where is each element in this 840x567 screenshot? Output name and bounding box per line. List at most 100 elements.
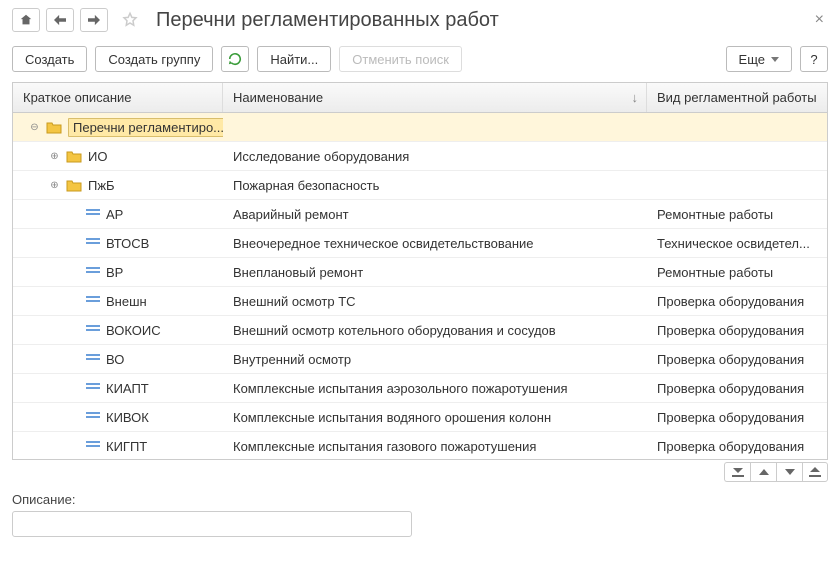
- list-item-icon: [86, 267, 100, 277]
- page-last-icon: [809, 467, 821, 477]
- row-short: КИГПТ: [106, 439, 147, 454]
- row-name: Аварийный ремонт: [223, 200, 647, 228]
- list-item-icon: [86, 412, 100, 422]
- row-short: Внешн: [106, 294, 147, 309]
- grid-body: ⊖ Перечни регламентиро... ⊕ ИО Исследование …: [13, 113, 827, 459]
- row-type: Техническое освидетел...: [647, 229, 827, 257]
- page-first-icon: [732, 467, 744, 477]
- row-type: Ремонтные работы: [647, 200, 827, 228]
- row-short: Перечни регламентиро...: [68, 118, 223, 137]
- row-name: Внутренний осмотр: [223, 345, 647, 373]
- row-type: Проверка оборудования: [647, 316, 827, 344]
- row-name: Пожарная безопасность: [223, 171, 647, 199]
- expand-icon[interactable]: ⊕: [49, 180, 60, 191]
- help-button[interactable]: ?: [800, 46, 828, 72]
- row-name: [223, 113, 647, 141]
- row-type: Ремонтные работы: [647, 258, 827, 286]
- folder-icon: [66, 149, 82, 163]
- column-header-type[interactable]: Вид регламентной работы: [647, 83, 827, 112]
- row-name: Комплексные испытания водяного орошения …: [223, 403, 647, 431]
- row-short: КИВОК: [106, 410, 149, 425]
- row-short: КИАПТ: [106, 381, 149, 396]
- description-label: Описание:: [12, 492, 828, 507]
- row-short: ВТОСВ: [106, 236, 149, 251]
- home-icon: [19, 13, 33, 27]
- column-header-short[interactable]: Краткое описание: [13, 83, 223, 112]
- folder-icon: [46, 120, 62, 134]
- column-header-name[interactable]: Наименование ↓: [223, 83, 647, 112]
- row-short: ИО: [88, 149, 107, 164]
- arrow-right-icon: [87, 14, 101, 26]
- row-short: АР: [106, 207, 123, 222]
- row-name: Внешний осмотр котельного оборудования и…: [223, 316, 647, 344]
- row-type: Проверка оборудования: [647, 345, 827, 373]
- list-item-icon: [86, 238, 100, 248]
- row-type: [647, 113, 827, 141]
- chevron-down-icon: [771, 57, 779, 62]
- table-row[interactable]: ВОКОИС Внешний осмотр котельного оборудов…: [13, 316, 827, 345]
- more-button[interactable]: Еще: [726, 46, 792, 72]
- refresh-button[interactable]: [221, 46, 249, 72]
- table-row[interactable]: Внешн Внешний осмотр ТСПроверка оборудова…: [13, 287, 827, 316]
- arrow-left-icon: [53, 14, 67, 26]
- page-up-button[interactable]: [750, 462, 776, 482]
- find-button[interactable]: Найти...: [257, 46, 331, 72]
- table-row[interactable]: ВО Внутренний осмотрПроверка оборудования: [13, 345, 827, 374]
- row-type: Проверка оборудования: [647, 432, 827, 459]
- caret-up-icon: [759, 468, 769, 476]
- titlebar: Перечни регламентированных работ ×: [12, 8, 828, 32]
- caret-down-icon: [785, 468, 795, 476]
- page-down-button[interactable]: [776, 462, 802, 482]
- star-icon: [121, 11, 139, 29]
- page-first-button[interactable]: [724, 462, 750, 482]
- data-grid: Краткое описание Наименование ↓ Вид регл…: [12, 82, 828, 460]
- list-item-icon: [86, 209, 100, 219]
- row-name: Комплексные испытания аэрозольного пожар…: [223, 374, 647, 402]
- sort-down-icon: ↓: [632, 90, 639, 105]
- table-row[interactable]: ⊕ ПжБ Пожарная безопасность: [13, 171, 827, 200]
- table-row[interactable]: ⊕ ИО Исследование оборудования: [13, 142, 827, 171]
- row-short: ПжБ: [88, 178, 115, 193]
- cancel-search-button: Отменить поиск: [339, 46, 462, 72]
- paging-controls: [12, 462, 828, 482]
- table-row[interactable]: ВТОСВ Внеочередное техническое освидетель…: [13, 229, 827, 258]
- table-row[interactable]: КИАПТ Комплексные испытания аэрозольного …: [13, 374, 827, 403]
- table-row[interactable]: АР Аварийный ремонтРемонтные работы: [13, 200, 827, 229]
- expand-icon[interactable]: ⊕: [49, 151, 60, 162]
- home-button[interactable]: [12, 8, 40, 32]
- favorite-star[interactable]: [118, 8, 142, 32]
- row-type: Проверка оборудования: [647, 287, 827, 315]
- list-item-icon: [86, 296, 100, 306]
- table-row[interactable]: КИВОК Комплексные испытания водяного орош…: [13, 403, 827, 432]
- list-item-icon: [86, 354, 100, 364]
- list-item-icon: [86, 383, 100, 393]
- row-name: Внешний осмотр ТС: [223, 287, 647, 315]
- row-short: ВОКОИС: [106, 323, 161, 338]
- row-name: Внеплановый ремонт: [223, 258, 647, 286]
- back-button[interactable]: [46, 8, 74, 32]
- description-input[interactable]: [12, 511, 412, 537]
- close-icon: ×: [815, 11, 824, 28]
- table-row[interactable]: ВР Внеплановый ремонтРемонтные работы: [13, 258, 827, 287]
- row-type: Проверка оборудования: [647, 374, 827, 402]
- row-type: Проверка оборудования: [647, 403, 827, 431]
- table-row[interactable]: ⊖ Перечни регламентиро...: [13, 113, 827, 142]
- collapse-icon[interactable]: ⊖: [29, 122, 40, 133]
- row-name: Комплексные испытания газового пожаротуш…: [223, 432, 647, 459]
- row-type: [647, 142, 827, 170]
- create-group-button[interactable]: Создать группу: [95, 46, 213, 72]
- row-name: Внеочередное техническое освидетельствов…: [223, 229, 647, 257]
- folder-icon: [66, 178, 82, 192]
- row-short: ВО: [106, 352, 124, 367]
- page-last-button[interactable]: [802, 462, 828, 482]
- list-item-icon: [86, 441, 100, 451]
- table-row[interactable]: КИГПТ Комплексные испытания газового пожа…: [13, 432, 827, 459]
- row-name: Исследование оборудования: [223, 142, 647, 170]
- grid-header: Краткое описание Наименование ↓ Вид регл…: [13, 83, 827, 113]
- create-button[interactable]: Создать: [12, 46, 87, 72]
- refresh-icon: [228, 52, 242, 66]
- close-button[interactable]: ×: [811, 11, 828, 29]
- forward-button[interactable]: [80, 8, 108, 32]
- list-item-icon: [86, 325, 100, 335]
- row-short: ВР: [106, 265, 123, 280]
